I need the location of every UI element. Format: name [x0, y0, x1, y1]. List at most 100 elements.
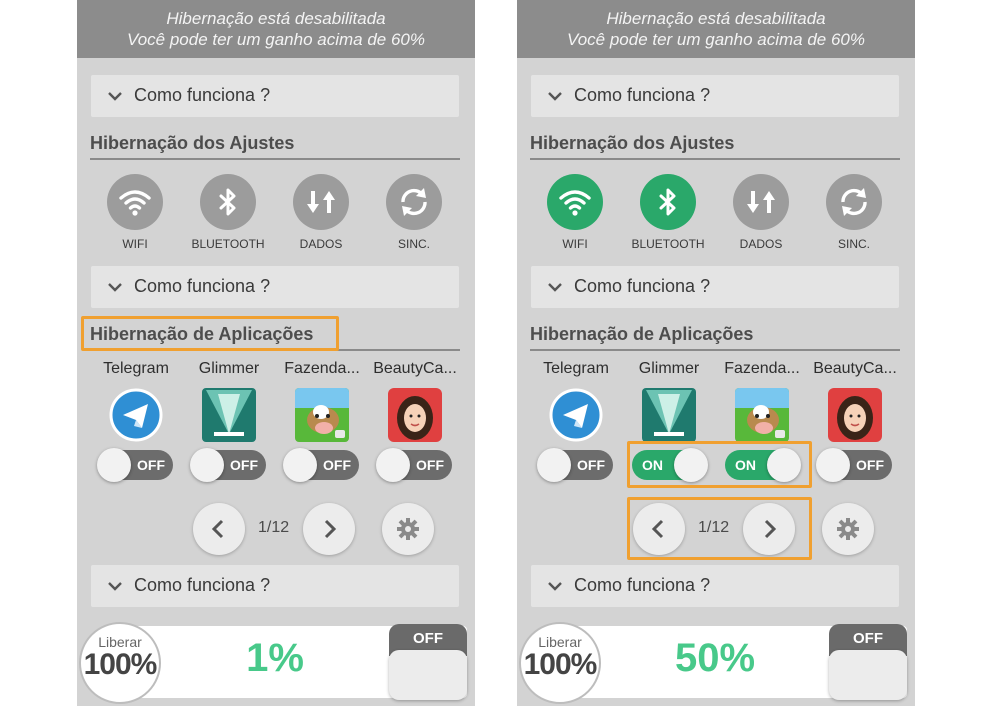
- app-toggle-fazenda[interactable]: OFF: [283, 448, 359, 482]
- toggle-state: OFF: [577, 457, 605, 473]
- glimmer-icon: [202, 388, 256, 442]
- how-it-works-accordion-mid[interactable]: Como funciona ?: [531, 266, 899, 308]
- badge-value: 100%: [83, 648, 158, 681]
- how-it-works-accordion-top[interactable]: Como funciona ?: [91, 75, 459, 117]
- hibernation-percent: 50%: [674, 636, 756, 680]
- app-toggle-telegram[interactable]: OFF: [537, 448, 613, 482]
- app-toggle-beautycam[interactable]: OFF: [816, 448, 892, 482]
- prev-page-button[interactable]: [193, 503, 245, 555]
- badge-value: 100%: [523, 648, 598, 681]
- app-toggle-telegram[interactable]: OFF: [97, 448, 173, 482]
- master-toggle[interactable]: OFF: [389, 624, 467, 700]
- setting-data[interactable]: DADOS: [273, 174, 369, 251]
- app-name: Glimmer: [198, 360, 260, 377]
- app-fazenda: Fazenda...: [275, 360, 369, 442]
- toggle-state: OFF: [323, 457, 351, 473]
- banner-line-2: Você pode ter um ganho acima de 60%: [126, 30, 425, 49]
- setting-label: BLUETOOTH: [631, 237, 705, 251]
- wifi-icon: [547, 174, 603, 230]
- how-it-works-accordion-top[interactable]: Como funciona ?: [531, 75, 899, 117]
- toggle-knob: [283, 448, 317, 482]
- accordion-label: Como funciona ?: [134, 276, 271, 296]
- app-toggle-beautycam[interactable]: OFF: [376, 448, 452, 482]
- bluetooth-icon: [640, 174, 696, 230]
- gear-icon: [397, 518, 419, 540]
- accordion-label: Como funciona ?: [134, 575, 271, 595]
- bluetooth-icon: [200, 174, 256, 230]
- beauty-camera-icon: [828, 388, 882, 442]
- app-glimmer: Glimmer: [182, 360, 276, 442]
- settings-gear-button[interactable]: [382, 503, 434, 555]
- master-toggle-knob: [389, 650, 467, 700]
- how-it-works-accordion-bottom[interactable]: Como funciona ?: [91, 565, 459, 607]
- apps-hibernation-title: Hibernação de Aplicações: [530, 319, 900, 351]
- app-beautycam: BeautyCa...: [808, 360, 902, 442]
- app-name: Telegram: [103, 360, 169, 377]
- app-name: BeautyCa...: [373, 360, 457, 377]
- setting-data[interactable]: DADOS: [713, 174, 809, 251]
- footer-bar: Liberar 100% 1% OFF: [77, 622, 475, 706]
- highlight-box-pagination: [627, 497, 812, 560]
- chevron-down-icon: [107, 578, 123, 594]
- toggle-state: OFF: [230, 457, 258, 473]
- settings-gear-button[interactable]: [822, 503, 874, 555]
- setting-bluetooth[interactable]: BLUETOOTH: [180, 174, 276, 251]
- farm-cow-icon: [735, 388, 789, 442]
- status-banner: Hibernação está desabilitada Você pode t…: [77, 0, 475, 58]
- setting-bluetooth[interactable]: BLUETOOTH: [620, 174, 716, 251]
- setting-label: BLUETOOTH: [191, 237, 265, 251]
- setting-label: WIFI: [122, 237, 148, 251]
- chevron-right-icon: [324, 519, 337, 539]
- data-arrows-icon: [293, 174, 349, 230]
- setting-label: WIFI: [562, 237, 588, 251]
- accordion-label: Como funciona ?: [574, 85, 711, 105]
- toggle-knob: [97, 448, 131, 482]
- footer-bar: Liberar 100% 50% OFF: [517, 622, 915, 706]
- setting-label: SINC.: [837, 237, 870, 251]
- master-toggle[interactable]: OFF: [829, 624, 907, 700]
- master-toggle-knob: [829, 650, 907, 700]
- banner-line-2: Você pode ter um ganho acima de 60%: [566, 30, 865, 49]
- telegram-icon: [109, 388, 163, 442]
- accordion-label: Como funciona ?: [574, 575, 711, 595]
- toggle-state: OFF: [416, 457, 444, 473]
- highlight-box-toggles: [627, 441, 812, 488]
- next-page-button[interactable]: [303, 503, 355, 555]
- free-memory-badge[interactable]: Liberar 100%: [519, 622, 601, 704]
- how-it-works-accordion-bottom[interactable]: Como funciona ?: [531, 565, 899, 607]
- toggle-state: OFF: [137, 457, 165, 473]
- setting-sync[interactable]: SINC.: [366, 174, 462, 251]
- setting-sync[interactable]: SINC.: [806, 174, 902, 251]
- chevron-down-icon: [547, 88, 563, 104]
- sync-icon: [826, 174, 882, 230]
- app-beautycam: BeautyCa...: [368, 360, 462, 442]
- data-arrows-icon: [733, 174, 789, 230]
- glimmer-icon: [642, 388, 696, 442]
- free-memory-badge[interactable]: Liberar 100%: [79, 622, 161, 704]
- app-fazenda: Fazenda...: [715, 360, 809, 442]
- farm-cow-icon: [295, 388, 349, 442]
- app-toggle-glimmer[interactable]: OFF: [190, 448, 266, 482]
- how-it-works-accordion-mid[interactable]: Como funciona ?: [91, 266, 459, 308]
- beauty-camera-icon: [388, 388, 442, 442]
- setting-wifi[interactable]: WIFI: [87, 174, 183, 251]
- setting-label: DADOS: [739, 237, 783, 251]
- chevron-down-icon: [547, 578, 563, 594]
- accordion-label: Como funciona ?: [574, 276, 711, 296]
- app-telegram: Telegram: [529, 360, 623, 442]
- gear-icon: [837, 518, 859, 540]
- setting-label: SINC.: [397, 237, 430, 251]
- chevron-down-icon: [107, 279, 123, 295]
- phone-screen-before: Hibernação está desabilitada Você pode t…: [77, 0, 475, 706]
- chevron-down-icon: [547, 279, 563, 295]
- app-name: Telegram: [543, 360, 609, 377]
- banner-line-1: Hibernação está desabilitada: [606, 9, 826, 28]
- wifi-icon: [107, 174, 163, 230]
- toggle-knob: [190, 448, 224, 482]
- setting-wifi[interactable]: WIFI: [527, 174, 623, 251]
- chevron-down-icon: [107, 88, 123, 104]
- app-name: BeautyCa...: [813, 360, 897, 377]
- toggle-knob: [537, 448, 571, 482]
- setting-label: DADOS: [299, 237, 343, 251]
- settings-hibernation-title: Hibernação dos Ajustes: [90, 128, 460, 160]
